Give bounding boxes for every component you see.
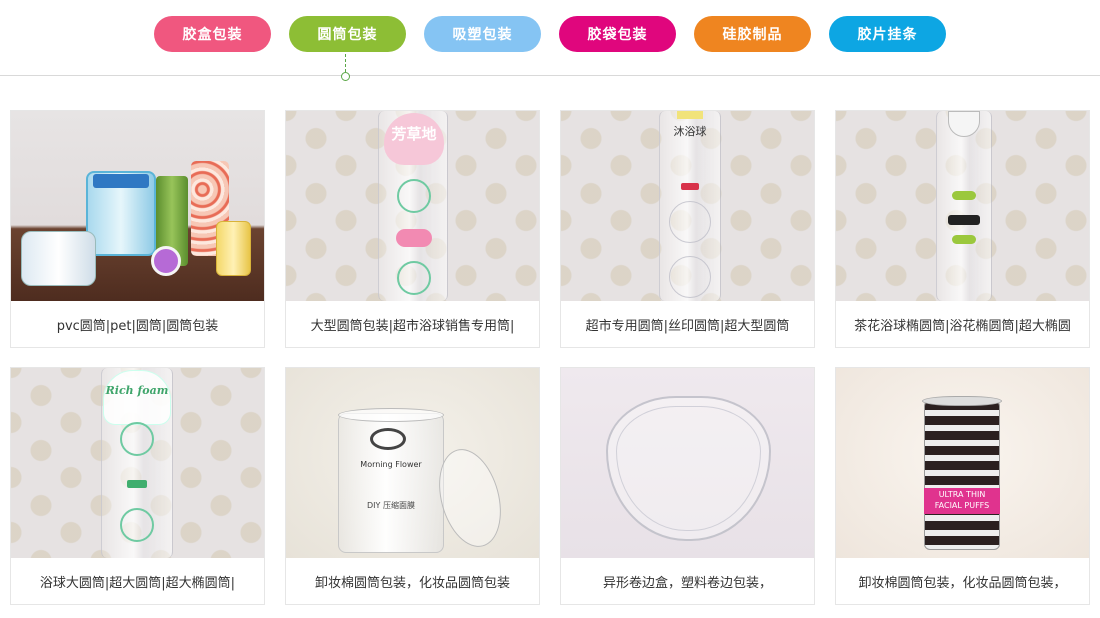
tube-print-text: 沐浴球 <box>673 125 707 138</box>
tube-print-text: 芳草地 <box>391 125 437 143</box>
product-caption: 异形卷边盒，塑料卷边包装， <box>602 575 772 591</box>
product-card[interactable]: 异形卷边盒，塑料卷边包装， <box>560 367 815 605</box>
tube-print-text: DIY 压缩面膜 <box>367 501 415 510</box>
product-image-bath-ball-tube: Rich foam <box>11 368 264 558</box>
product-card[interactable]: ULTRA THIN FACIAL PUFFS 卸妆棉圆筒包装，化妆品圆筒包装， <box>835 367 1090 605</box>
product-image-facial-puffs-tube: ULTRA THIN FACIAL PUFFS <box>836 368 1089 558</box>
product-caption: 卸妆棉圆筒包装，化妆品圆筒包装 <box>314 575 510 591</box>
product-caption: 茶花浴球椭圆筒|浴花椭圆筒|超大椭圆 <box>854 318 1071 334</box>
product-caption: 浴球大圆筒|超大圆筒|超大椭圆筒| <box>39 575 236 591</box>
tab-plastic-box[interactable]: 胶盒包装 <box>154 16 271 52</box>
tube-print-text: Rich foam <box>105 384 169 397</box>
product-caption: pvc圆筒|pet|圆筒|圆筒包装 <box>56 318 219 334</box>
product-card[interactable]: 芳草地 大型圆筒包装|超市浴球销售专用筒| <box>285 110 540 348</box>
product-image-supermarket-tube: 沐浴球 <box>561 111 814 301</box>
category-tabs: 胶盒包装 圆筒包装 吸塑包装 胶袋包装 硅胶制品 胶片挂条 <box>0 16 1100 52</box>
tab-silicone[interactable]: 硅胶制品 <box>694 16 811 52</box>
tab-cylinder[interactable]: 圆筒包装 <box>289 16 406 52</box>
product-caption: 卸妆棉圆筒包装，化妆品圆筒包装， <box>858 575 1067 591</box>
product-caption: 超市专用圆筒|丝印圆筒|超大型圆筒 <box>585 318 790 334</box>
tube-print-text: Morning Flower <box>360 460 422 469</box>
product-grid: pvc圆筒|pet|圆筒|圆筒包装 芳草地 大型圆筒包装|超市浴球销售专用筒| … <box>10 110 1090 605</box>
product-caption: 大型圆筒包装|超市浴球销售专用筒| <box>310 318 515 334</box>
product-image-assorted-cylinders <box>11 111 264 301</box>
tube-print-text: ULTRA THIN <box>938 490 986 499</box>
product-image-oval-tube <box>836 111 1089 301</box>
tab-film-hang-strip[interactable]: 胶片挂条 <box>829 16 946 52</box>
tube-print-text: FACIAL PUFFS <box>934 501 990 510</box>
tab-plastic-bag[interactable]: 胶袋包装 <box>559 16 676 52</box>
product-card[interactable]: Rich foam 浴球大圆筒|超大圆筒|超大椭圆筒| <box>10 367 265 605</box>
tab-blister[interactable]: 吸塑包装 <box>424 16 541 52</box>
product-image-shaped-box <box>561 368 814 558</box>
product-card[interactable]: 沐浴球 超市专用圆筒|丝印圆筒|超大型圆筒 <box>560 110 815 348</box>
product-image-large-tube: 芳草地 <box>286 111 539 301</box>
product-card[interactable]: 茶花浴球椭圆筒|浴花椭圆筒|超大椭圆 <box>835 110 1090 348</box>
product-image-makeup-cotton-tube: Morning Flower DIY 压缩面膜 <box>286 368 539 558</box>
active-tab-connector <box>345 54 346 72</box>
active-tab-indicator-dot <box>341 72 350 81</box>
tabs-divider <box>0 75 1100 76</box>
product-card[interactable]: pvc圆筒|pet|圆筒|圆筒包装 <box>10 110 265 348</box>
product-card[interactable]: Morning Flower DIY 压缩面膜 卸妆棉圆筒包装，化妆品圆筒包装 <box>285 367 540 605</box>
